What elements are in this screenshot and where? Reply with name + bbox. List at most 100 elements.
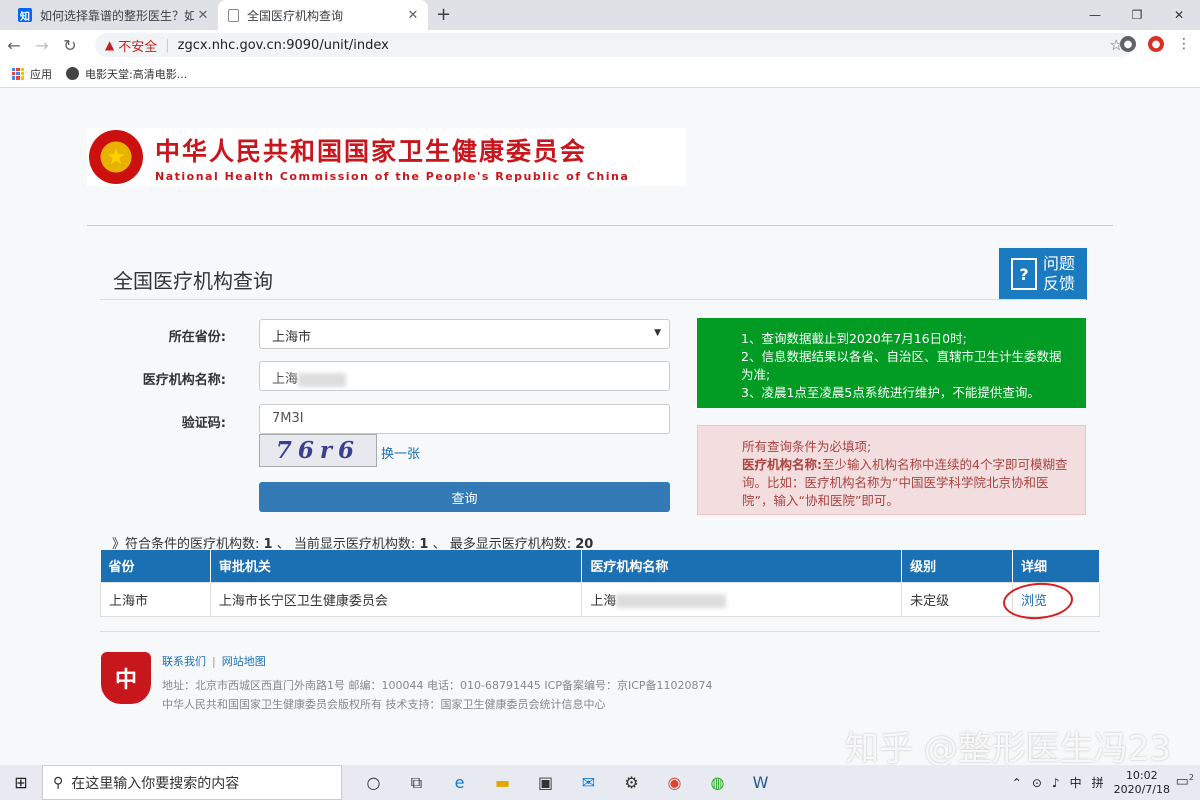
settings-icon[interactable]: ⚙ (610, 765, 653, 800)
notification-icon[interactable]: ▭2 (1176, 773, 1194, 790)
taskbar: ⊞ ⚲ 在这里输入你要搜索的内容 ○ ⧉ e ▬ ▣ ✉ ⚙ ◉ ◍ W ⌃ ⊙… (0, 765, 1200, 800)
gov-agency-badge-icon[interactable]: 中 (101, 652, 151, 704)
reload-icon[interactable]: ↻ (56, 36, 84, 55)
table-header-row: 省份 审批机关 医疗机构名称 级别 详细 (100, 550, 1100, 582)
sitemap-link[interactable]: 网站地图 (222, 655, 266, 668)
contact-link[interactable]: 联系我们 (162, 655, 206, 668)
cell-province: 上海市 (100, 581, 211, 617)
bookmark-label: 应用 (30, 67, 52, 81)
results-table: 省份 审批机关 医疗机构名称 级别 详细 上海市 上海市长宁区卫生健康委员会 上… (100, 550, 1100, 617)
chrome-icon[interactable]: ◉ (653, 765, 696, 800)
separator: | (165, 37, 170, 53)
org-name-cn: 中华人民共和国国家卫生健康委员会 (155, 136, 588, 166)
minimize-icon[interactable]: — (1074, 0, 1116, 30)
nav-bar: ← → ↻ ▲ 不安全 | zgcx.nhc.gov.cn:9090/unit/… (0, 30, 1200, 60)
close-window-icon[interactable]: ✕ (1158, 0, 1200, 30)
divider (87, 225, 1113, 226)
warning-icon: ▲ (105, 38, 115, 52)
tab-title: 全国医疗机构查询 (247, 8, 344, 23)
search-placeholder: 在这里输入你要搜索的内容 (71, 775, 240, 792)
volume-icon[interactable]: ♪ (1052, 776, 1060, 790)
search-icon: ⚲ (53, 774, 64, 791)
org-name-en: National Health Commission of the People… (155, 169, 630, 183)
profile-icon[interactable]: ● (1120, 36, 1136, 52)
site-logo[interactable]: ★ 中华人民共和国国家卫生健康委员会 National Health Commi… (87, 128, 686, 186)
page-content: ★ 中华人民共和国国家卫生健康委员会 National Health Commi… (0, 89, 1200, 769)
column-header: 省份 (100, 550, 211, 582)
feedback-label: 问题 反馈 (1042, 254, 1075, 293)
page-title: 全国医疗机构查询 (113, 269, 273, 293)
nav-right-icons: ● ● ⋮ (1120, 36, 1192, 52)
window-controls: — ❐ ✕ (1074, 0, 1200, 30)
watermark: 知乎 @整形医生冯23 (845, 729, 1172, 769)
browser-tab-zhihu[interactable]: 知 如何选择靠谱的整形医生？如何... ✕ (8, 0, 218, 30)
close-tab-icon[interactable]: ✕ (404, 8, 422, 23)
taskbar-search[interactable]: ⚲ 在这里输入你要搜索的内容 (42, 765, 342, 800)
table-row: 上海市 上海市长宁区卫生健康委员会 上海 未定级 浏览 (100, 581, 1100, 617)
address-bar[interactable]: ▲ 不安全 | zgcx.nhc.gov.cn:9090/unit/index … (95, 33, 1133, 57)
ime-indicator[interactable]: 中 (1070, 774, 1082, 791)
menu-icon[interactable]: ⋮ (1176, 36, 1192, 52)
captcha-input-value: 7M3I (272, 411, 304, 426)
bookmarks-bar: 应用 电影天堂:高清电影... (0, 60, 1200, 88)
mail-icon[interactable]: ✉ (567, 765, 610, 800)
bookmark-label: 电影天堂:高清电影... (85, 67, 188, 81)
national-emblem-icon: ★ (89, 130, 143, 184)
network-icon[interactable]: ⊙ (1032, 776, 1042, 790)
apps-grid-icon (12, 67, 24, 80)
cell-authority: 上海市长宁区卫生健康委员会 (209, 581, 583, 617)
column-header: 详细 (1012, 550, 1100, 582)
footer-copyright: 中华人民共和国国家卫生健康委员会版权所有 技术支持：国家卫生健康委员会统计信息中… (162, 698, 606, 711)
show-hidden-icon[interactable]: ⌃ (1012, 776, 1022, 790)
chevron-down-icon: ▼ (654, 328, 661, 338)
province-select[interactable]: 上海市 ▼ (259, 319, 670, 349)
close-tab-icon[interactable]: ✕ (194, 8, 212, 23)
extension-icon[interactable]: ● (1148, 36, 1164, 52)
name-label: 医疗机构名称: (142, 373, 226, 388)
forward-icon[interactable]: → (28, 36, 56, 55)
notice-detail: 医疗机构名称:至少输入机构名称中连续的4个字即可模糊查询。比如：医疗机构名称为“… (742, 457, 1068, 508)
column-header: 医疗机构名称 (581, 550, 903, 582)
ime-mode[interactable]: 拼 (1092, 774, 1104, 791)
zhihu-favicon-icon: 知 (18, 8, 32, 23)
divider (100, 299, 1086, 300)
query-button[interactable]: 查询 (259, 482, 670, 512)
back-icon[interactable]: ← (0, 36, 28, 55)
edge-icon[interactable]: e (438, 765, 481, 800)
insecure-label: 不安全 (118, 39, 158, 55)
province-label: 所在省份: (168, 330, 226, 345)
browser-tab-active[interactable]: 全国医疗机构查询 ✕ (218, 0, 428, 30)
wechat-icon[interactable]: ◍ (696, 765, 739, 800)
maximize-icon[interactable]: ❐ (1116, 0, 1158, 30)
store-icon[interactable]: ▣ (524, 765, 567, 800)
bookmark-movie[interactable]: 电影天堂:高清电影... (66, 66, 187, 82)
url-text: zgcx.nhc.gov.cn:9090/unit/index (177, 37, 389, 53)
bookmark-apps[interactable]: 应用 (12, 66, 52, 82)
captcha-image[interactable]: 76r6 (259, 434, 377, 467)
taskbar-apps: ○ ⧉ e ▬ ▣ ✉ ⚙ ◉ ◍ W (352, 765, 782, 800)
clock[interactable]: 10:02 2020/7/18 (1114, 769, 1170, 797)
redacted-blur (298, 372, 347, 387)
captcha-input[interactable]: 7M3I (259, 404, 670, 434)
requirement-notice: 所有查询条件为必填项; 医疗机构名称:至少输入机构名称中连续的4个字即可模糊查询… (697, 425, 1086, 515)
feedback-button[interactable]: ? 问题 反馈 (999, 248, 1087, 300)
time: 10:02 (1125, 768, 1158, 782)
word-icon[interactable]: W (739, 765, 782, 800)
notice-intro: 所有查询条件为必填项; (742, 439, 872, 454)
refresh-captcha-link[interactable]: 换一张 (381, 443, 420, 462)
logo-text: 中华人民共和国国家卫生健康委员会 National Health Commiss… (155, 132, 629, 183)
notice-line: 1、查询数据截止到2020年7月16日0时; (741, 331, 967, 346)
province-value: 上海市 (272, 330, 312, 345)
system-tray: ⌃ ⊙ ♪ 中 拼 10:02 2020/7/18 (1012, 765, 1170, 800)
captcha-label: 验证码: (181, 416, 226, 431)
name-input-value: 上海 (272, 372, 299, 387)
page-favicon-icon (228, 8, 239, 22)
windows-start-icon[interactable]: ⊞ (0, 765, 42, 800)
institution-name-input[interactable]: 上海 (259, 361, 670, 391)
cortana-icon[interactable]: ○ (352, 765, 395, 800)
new-tab-icon[interactable]: + (436, 4, 451, 25)
file-explorer-icon[interactable]: ▬ (481, 765, 524, 800)
column-header: 级别 (901, 550, 1014, 582)
tab-title: 如何选择靠谱的整形医生？如何... (40, 8, 194, 23)
task-view-icon[interactable]: ⧉ (395, 765, 438, 800)
